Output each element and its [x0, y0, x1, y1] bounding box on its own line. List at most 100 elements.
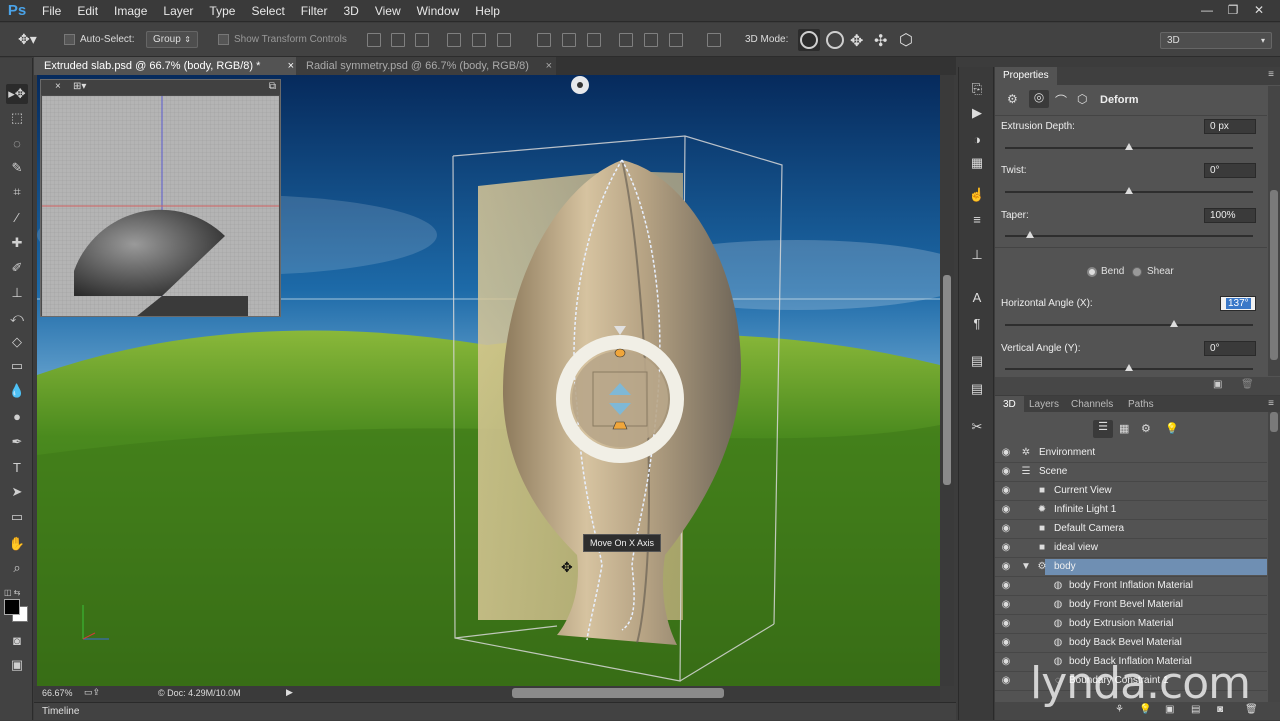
- rectangle-tool-icon[interactable]: ▭: [6, 507, 28, 527]
- menu-3d[interactable]: 3D: [335, 0, 366, 22]
- clone-source-icon[interactable]: ⊥: [967, 245, 987, 265]
- tab-close-icon[interactable]: ×: [288, 57, 294, 75]
- layer-row[interactable]: ◉ ■ Current View: [995, 482, 1267, 501]
- menu-type[interactable]: Type: [201, 0, 243, 22]
- distribute-left-icon[interactable]: [619, 33, 633, 47]
- layer-row[interactable]: ◉ ▼ ⚙ body: [995, 558, 1267, 577]
- brush-tool-icon[interactable]: ✐: [6, 258, 28, 278]
- mesh-icon[interactable]: ⚙: [1007, 92, 1018, 106]
- actions-icon[interactable]: ▶: [967, 103, 987, 123]
- visibility-eye-icon[interactable]: ◉: [999, 580, 1013, 592]
- quick-mask-icon[interactable]: ◙: [6, 630, 28, 650]
- vertical-angle-input[interactable]: 0°: [1204, 341, 1256, 356]
- layers-scroll-thumb[interactable]: [1270, 412, 1278, 432]
- blur-tool-icon[interactable]: 💧: [6, 381, 28, 401]
- twist-input[interactable]: 0°: [1204, 163, 1256, 178]
- lights-filter-icon[interactable]: 💡: [1165, 422, 1179, 435]
- auto-select-dropdown[interactable]: Group ⇕: [146, 31, 198, 48]
- tab-layers[interactable]: Layers: [1021, 396, 1067, 414]
- timeline-panel-tab[interactable]: Timeline: [34, 702, 956, 720]
- history-icon[interactable]: ⎘: [967, 79, 987, 99]
- view-select-icon[interactable]: ⊞▾: [73, 81, 86, 92]
- align-left-icon[interactable]: [447, 33, 461, 47]
- dodge-tool-icon[interactable]: ●: [6, 406, 28, 426]
- orbit-mode-button[interactable]: [798, 29, 820, 51]
- default-colors-icon[interactable]: ◫ ⇆: [4, 588, 20, 597]
- align-hcenter-icon[interactable]: [472, 33, 486, 47]
- slider-thumb[interactable]: [1125, 187, 1133, 194]
- crop-tool-icon[interactable]: ⌗: [6, 182, 28, 202]
- history-brush-tool-icon[interactable]: ⤺: [6, 308, 28, 328]
- reset-icon[interactable]: ▣: [1213, 379, 1222, 390]
- meshes-filter-icon[interactable]: ▦: [1119, 422, 1129, 435]
- layer-row[interactable]: ◉ ◍ body Front Bevel Material: [995, 596, 1267, 615]
- quick-select-tool-icon[interactable]: ✎: [6, 158, 28, 178]
- status-icon[interactable]: ▭⇪: [84, 687, 100, 698]
- visibility-eye-icon[interactable]: ◉: [999, 466, 1013, 478]
- menu-filter[interactable]: Filter: [293, 0, 336, 22]
- path-select-tool-icon[interactable]: ➤: [6, 482, 28, 502]
- slider-thumb[interactable]: [1125, 143, 1133, 150]
- hand-tool-icon[interactable]: ✋: [6, 534, 28, 554]
- swap-view-icon[interactable]: ⧉: [269, 81, 276, 92]
- close-window-button[interactable]: ✕: [1246, 1, 1272, 19]
- bend-radio[interactable]: [1087, 267, 1097, 277]
- visibility-eye-icon[interactable]: ◉: [999, 656, 1013, 668]
- notes-icon[interactable]: ▤: [967, 351, 987, 371]
- vertical-scroll-thumb[interactable]: [943, 275, 951, 485]
- tab-close-icon[interactable]: ×: [546, 57, 552, 75]
- tab-properties[interactable]: Properties: [995, 67, 1057, 85]
- shear-radio[interactable]: [1132, 267, 1142, 277]
- slider-thumb[interactable]: [1169, 320, 1178, 327]
- move-tool-icon[interactable]: ▸✥: [6, 84, 28, 104]
- trash-icon[interactable]: 🗑: [1241, 379, 1254, 390]
- secondary-view[interactable]: × ⊞▾ ⧉: [40, 79, 281, 317]
- paragraph-icon[interactable]: ¶: [967, 313, 987, 333]
- zoom-tool-icon[interactable]: ⌕: [6, 558, 28, 578]
- slider-thumb[interactable]: [1025, 231, 1034, 238]
- auto-select-checkbox[interactable]: [64, 34, 75, 45]
- visibility-eye-icon[interactable]: ◉: [999, 675, 1013, 687]
- vertical-angle-slider[interactable]: [1005, 364, 1253, 371]
- eraser-tool-icon[interactable]: ◇: [6, 332, 28, 352]
- visibility-eye-icon[interactable]: ◉: [999, 447, 1013, 459]
- distribute-vcenter-icon[interactable]: [562, 33, 576, 47]
- screen-mode-icon[interactable]: ▣: [6, 655, 28, 675]
- tab-radial-symmetry[interactable]: Radial symmetry.psd @ 66.7% (body, RGB/8…: [296, 57, 556, 75]
- eyedropper-tool-icon[interactable]: ⁄: [6, 207, 28, 227]
- properties-scroll-thumb[interactable]: [1270, 190, 1278, 360]
- distribute-hcenter-icon[interactable]: [644, 33, 658, 47]
- color-icon[interactable]: ◑: [967, 129, 987, 149]
- lasso-tool-icon[interactable]: ◌: [6, 133, 28, 153]
- menu-help[interactable]: Help: [467, 0, 508, 22]
- align-right-icon[interactable]: [497, 33, 511, 47]
- slide-icon[interactable]: ✣: [874, 31, 887, 51]
- brush-presets-icon[interactable]: ≡: [967, 209, 987, 229]
- align-top-icon[interactable]: [367, 33, 381, 47]
- tab-extruded-slab[interactable]: Extruded slab.psd @ 66.7% (body, RGB/8) …: [34, 57, 296, 75]
- panel-menu-icon[interactable]: ≡: [1268, 69, 1274, 80]
- whole-scene-filter-icon[interactable]: ☰: [1093, 420, 1113, 438]
- extrusion-depth-slider[interactable]: [1005, 143, 1253, 150]
- canvas-vertical-scrollbar[interactable]: [940, 75, 954, 686]
- tab-paths[interactable]: Paths: [1120, 396, 1162, 414]
- visibility-eye-icon[interactable]: ◉: [999, 561, 1013, 573]
- layer-row[interactable]: ◉ ◍ body Front Inflation Material: [995, 577, 1267, 596]
- visibility-eye-icon[interactable]: ◉: [999, 599, 1013, 611]
- character-icon[interactable]: A: [967, 287, 987, 307]
- align-vcenter-icon[interactable]: [391, 33, 405, 47]
- menu-select[interactable]: Select: [243, 0, 292, 22]
- twist-slider[interactable]: [1005, 187, 1253, 194]
- properties-scrollbar[interactable]: [1268, 86, 1280, 376]
- layers-scrollbar[interactable]: [1268, 412, 1280, 702]
- close-view-icon[interactable]: ×: [55, 81, 61, 92]
- menu-layer[interactable]: Layer: [155, 0, 201, 22]
- gradient-tool-icon[interactable]: ▭: [6, 356, 28, 376]
- coordinates-icon[interactable]: ⬡: [1077, 92, 1087, 106]
- taper-slider[interactable]: [1005, 231, 1253, 238]
- layer-row[interactable]: ◉ ◍ body Back Bevel Material: [995, 634, 1267, 653]
- visibility-eye-icon[interactable]: ◉: [999, 504, 1013, 516]
- roll-icon[interactable]: [826, 31, 844, 49]
- expand-triangle-icon[interactable]: ▼: [1019, 561, 1033, 573]
- visibility-eye-icon[interactable]: ◉: [999, 542, 1013, 554]
